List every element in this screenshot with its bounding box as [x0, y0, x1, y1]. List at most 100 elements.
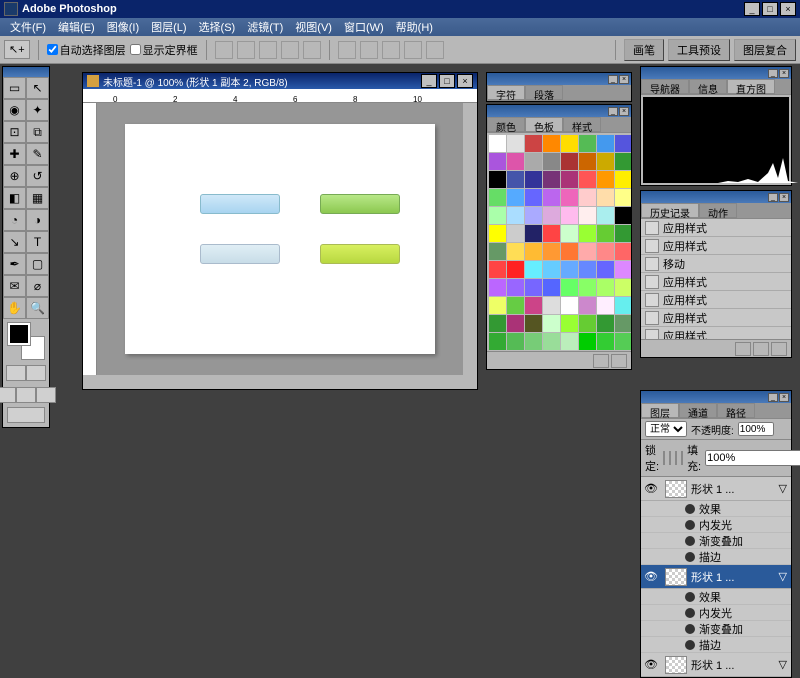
- swatch[interactable]: [543, 153, 560, 170]
- align-icon[interactable]: [303, 41, 321, 59]
- swatch[interactable]: [579, 279, 596, 296]
- marquee-tool[interactable]: ▭: [3, 77, 26, 99]
- swatch[interactable]: [615, 153, 631, 170]
- tab-history[interactable]: 历史记录: [641, 203, 699, 218]
- swatch[interactable]: [615, 171, 631, 188]
- trash-icon[interactable]: [611, 354, 627, 368]
- panel-close-icon[interactable]: ×: [779, 393, 789, 402]
- screen-mode-icon[interactable]: [16, 387, 36, 403]
- swatch[interactable]: [561, 189, 578, 206]
- menu-file[interactable]: 文件(F): [4, 19, 52, 35]
- panel-min-icon[interactable]: _: [768, 69, 778, 78]
- toolbox-grip[interactable]: [3, 67, 49, 77]
- swatch[interactable]: [525, 135, 542, 152]
- swatch[interactable]: [507, 243, 524, 260]
- brush-tool[interactable]: ✎: [26, 143, 49, 165]
- lock-all-icon[interactable]: [681, 451, 683, 465]
- history-item[interactable]: 应用样式: [641, 237, 791, 255]
- swatch[interactable]: [489, 315, 506, 332]
- swatch[interactable]: [543, 315, 560, 332]
- doc-close-button[interactable]: ×: [457, 74, 473, 88]
- pen-tool[interactable]: ✒: [3, 253, 26, 275]
- menu-help[interactable]: 帮助(H): [390, 19, 439, 35]
- heal-tool[interactable]: ✚: [3, 143, 26, 165]
- history-item[interactable]: 应用样式: [641, 219, 791, 237]
- layer-effect[interactable]: 渐变叠加: [641, 621, 791, 637]
- swatch[interactable]: [615, 225, 631, 242]
- swatch[interactable]: [489, 279, 506, 296]
- swatch[interactable]: [615, 189, 631, 206]
- swatch[interactable]: [489, 297, 506, 314]
- swatch[interactable]: [489, 261, 506, 278]
- new-swatch-icon[interactable]: [593, 354, 609, 368]
- distribute-icon[interactable]: [404, 41, 422, 59]
- layer-thumb[interactable]: [665, 656, 687, 674]
- move-tool[interactable]: ↖: [26, 77, 49, 99]
- swatch[interactable]: [525, 225, 542, 242]
- swatch[interactable]: [579, 297, 596, 314]
- swatch[interactable]: [543, 135, 560, 152]
- new-doc-from-state-icon[interactable]: [735, 342, 751, 356]
- swatch[interactable]: [561, 243, 578, 260]
- swatch[interactable]: [597, 333, 614, 350]
- fg-color[interactable]: [8, 323, 30, 345]
- swatch[interactable]: [489, 189, 506, 206]
- align-icon[interactable]: [259, 41, 277, 59]
- palette-tab-comps[interactable]: 图层复合: [734, 39, 796, 61]
- swatch[interactable]: [507, 315, 524, 332]
- swatch[interactable]: [543, 261, 560, 278]
- swatch[interactable]: [579, 135, 596, 152]
- opacity-input[interactable]: [738, 422, 774, 436]
- swatch[interactable]: [561, 153, 578, 170]
- fg-bg-swatch[interactable]: [8, 323, 44, 359]
- layer-thumb[interactable]: [665, 480, 687, 498]
- swatch[interactable]: [561, 207, 578, 224]
- dodge-tool[interactable]: ◑: [26, 209, 49, 231]
- swatch[interactable]: [597, 171, 614, 188]
- swatch[interactable]: [597, 279, 614, 296]
- swatch[interactable]: [507, 333, 524, 350]
- palette-tab-presets[interactable]: 工具预设: [668, 39, 730, 61]
- close-button[interactable]: ×: [780, 2, 796, 16]
- swatch[interactable]: [525, 153, 542, 170]
- swatch[interactable]: [579, 243, 596, 260]
- shape-tool[interactable]: ▢: [26, 253, 49, 275]
- path-tool[interactable]: ↘: [3, 231, 26, 253]
- history-item[interactable]: 应用样式: [641, 273, 791, 291]
- swatch[interactable]: [615, 135, 631, 152]
- wand-tool[interactable]: ✦: [26, 99, 49, 121]
- swatch[interactable]: [525, 279, 542, 296]
- tab-character[interactable]: 字符: [487, 85, 525, 100]
- panel-grip[interactable]: _×: [641, 391, 791, 403]
- panel-close-icon[interactable]: ×: [779, 193, 789, 202]
- crop-tool[interactable]: ⊡: [3, 121, 26, 143]
- swatch[interactable]: [561, 171, 578, 188]
- menu-select[interactable]: 选择(S): [193, 19, 242, 35]
- eye-icon[interactable]: 👁: [641, 482, 661, 495]
- swatch[interactable]: [489, 243, 506, 260]
- panel-min-icon[interactable]: _: [608, 107, 618, 116]
- quickmask-mode-icon[interactable]: [26, 365, 46, 381]
- panel-grip[interactable]: _×: [641, 67, 791, 79]
- swatch[interactable]: [489, 153, 506, 170]
- tab-navigator[interactable]: 导航器: [641, 79, 689, 94]
- canvas[interactable]: [125, 124, 435, 354]
- layer-effect[interactable]: 渐变叠加: [641, 533, 791, 549]
- swatch[interactable]: [489, 171, 506, 188]
- swatch[interactable]: [579, 171, 596, 188]
- palette-tab-brushes[interactable]: 画笔: [624, 39, 664, 61]
- eyedropper-tool[interactable]: ⌀: [26, 275, 49, 297]
- layer-thumb[interactable]: [665, 568, 687, 586]
- tab-paragraph[interactable]: 段落: [525, 85, 563, 100]
- swatch[interactable]: [579, 153, 596, 170]
- menu-filter[interactable]: 滤镜(T): [241, 19, 289, 35]
- document-titlebar[interactable]: 未标题-1 @ 100% (形状 1 副本 2, RGB/8) _ □ ×: [83, 73, 477, 89]
- menu-image[interactable]: 图像(I): [101, 19, 145, 35]
- eraser-tool[interactable]: ◧: [3, 187, 26, 209]
- canvas-area[interactable]: [97, 103, 463, 375]
- swatch[interactable]: [597, 225, 614, 242]
- swatch[interactable]: [543, 333, 560, 350]
- tab-info[interactable]: 信息: [689, 79, 727, 94]
- swatch[interactable]: [579, 333, 596, 350]
- swatch[interactable]: [543, 171, 560, 188]
